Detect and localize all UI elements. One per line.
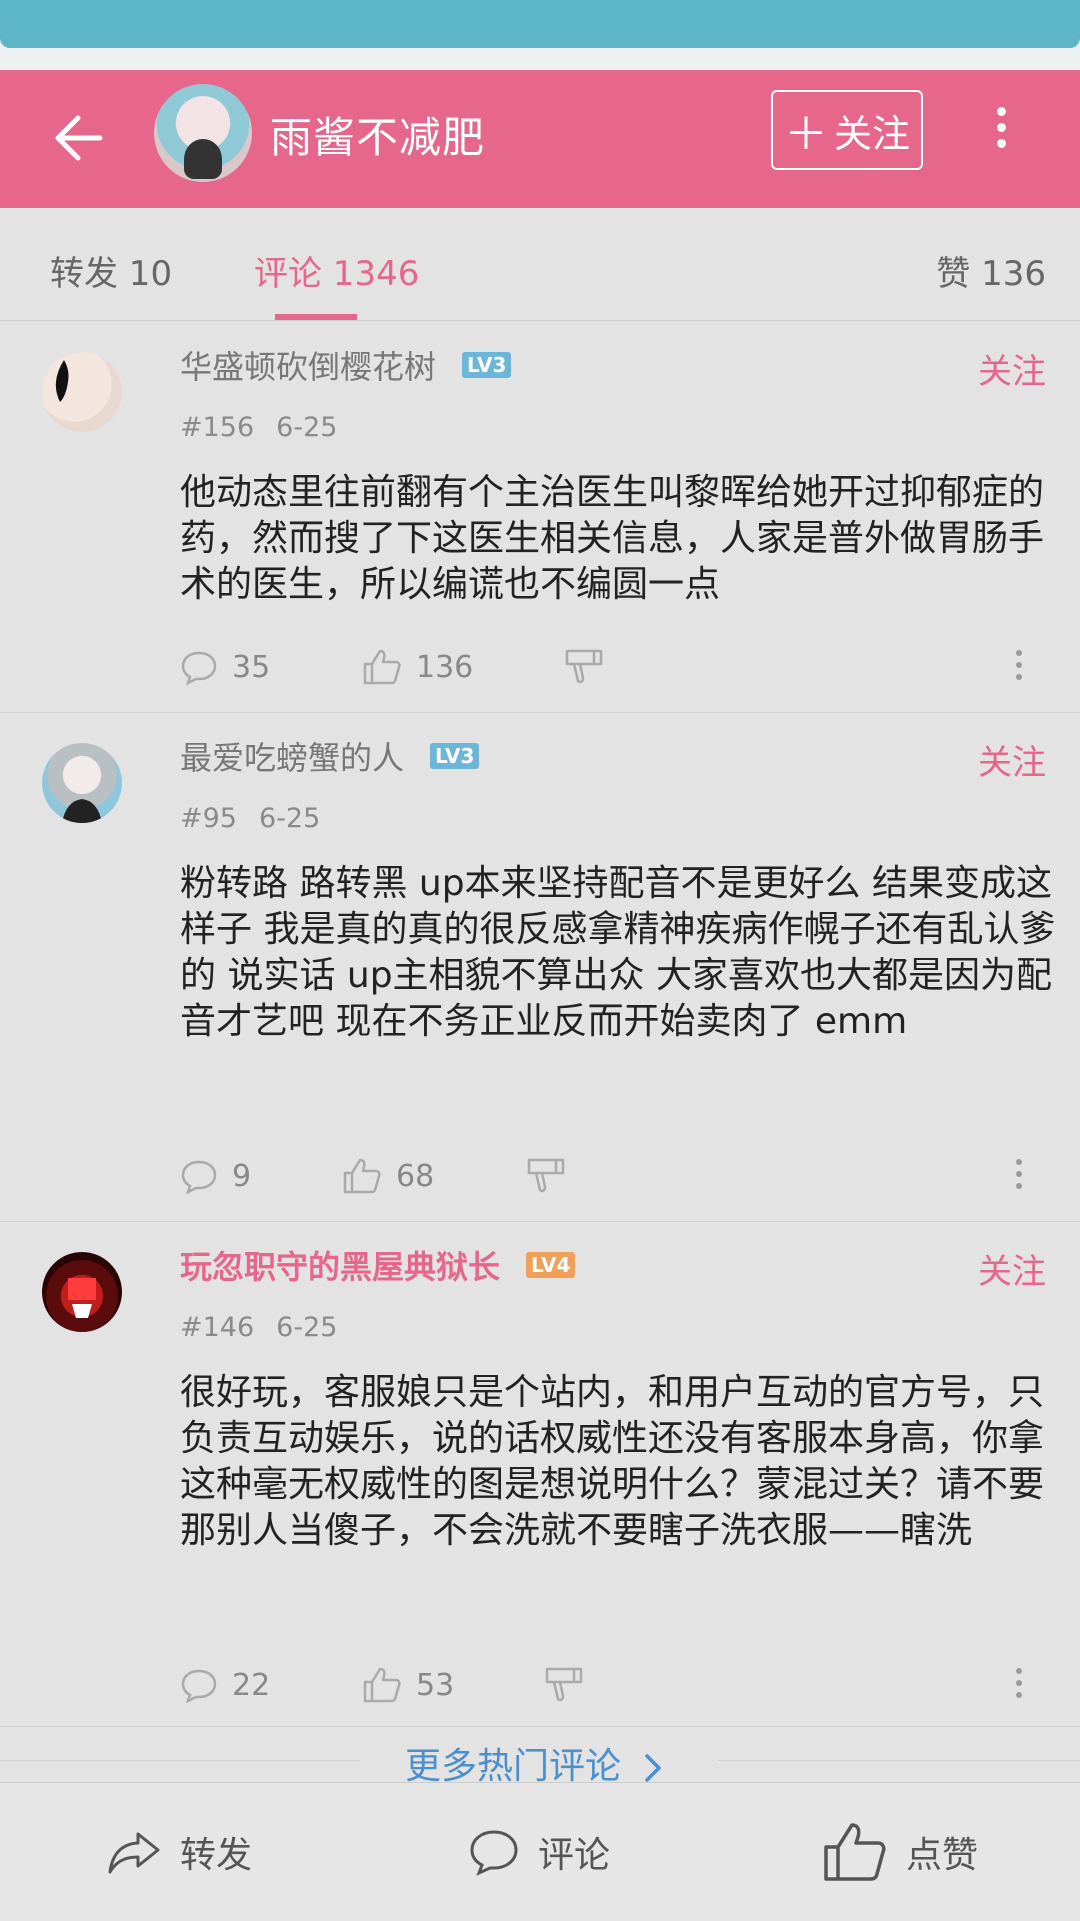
comment-item: 最爱吃螃蟹的人 LV3 关注 #95 6-25 粉转路 路转黑 up本来坚持配音不是… xyxy=(0,713,1080,1222)
back-arrow-icon[interactable] xyxy=(48,108,108,168)
tab-repost[interactable]: 转发 10 xyxy=(50,246,172,295)
comment-date: 6-25 xyxy=(276,412,338,443)
dislike-button[interactable] xyxy=(526,1151,580,1201)
comment-text: 他动态里往前翻有个主治医生叫黎晖给她开过抑郁症的药，然而搜了下这医生相关信息，人… xyxy=(180,472,1045,605)
top-banner xyxy=(0,0,1080,48)
like-button[interactable]: 53 xyxy=(362,1660,454,1710)
floor-number: #156 xyxy=(180,412,255,443)
comment-more-icon[interactable] xyxy=(1012,644,1026,686)
comment-bubble-icon xyxy=(181,1669,217,1703)
thumbs-down-icon xyxy=(565,649,603,684)
dislike-button[interactable] xyxy=(564,642,618,692)
dislike-button[interactable] xyxy=(544,1660,598,1710)
comment-bubble-icon xyxy=(181,1160,217,1194)
like-count: 136 xyxy=(416,649,474,685)
repost-button[interactable]: 转发 xyxy=(106,1817,252,1887)
tab-likes[interactable]: 赞 136 xyxy=(936,246,1046,295)
comment-meta: #156 6-25 xyxy=(180,412,337,443)
comment-more-icon[interactable] xyxy=(1012,1153,1026,1195)
reply-count: 22 xyxy=(232,1667,271,1703)
commenter-name[interactable]: 玩忽职守的黑屋典狱长 LV4 xyxy=(180,1242,576,1288)
tab-comments[interactable]: 评论 1346 xyxy=(254,246,419,295)
follow-link[interactable]: 关注 xyxy=(978,344,1046,393)
comment-button[interactable]: 评论 xyxy=(468,1817,610,1887)
divider xyxy=(718,1760,1080,1761)
status-strip xyxy=(0,0,1080,70)
divider xyxy=(0,1760,360,1761)
comment-item: 华盛顿砍倒樱花树 LV3 关注 #156 6-25 他动态里往前翻有个主治医生叫黎晖… xyxy=(0,322,1080,713)
comment-actions: 22 53 xyxy=(180,1660,1060,1710)
thumbs-up-icon xyxy=(363,1667,401,1703)
floor-number: #95 xyxy=(180,803,237,834)
reply-button[interactable]: 35 xyxy=(180,642,270,692)
like-button[interactable]: 136 xyxy=(362,642,473,692)
reply-count: 9 xyxy=(232,1158,252,1194)
follow-button-label: 关注 xyxy=(833,111,910,156)
level-badge: LV3 xyxy=(430,743,480,769)
thumbs-down-icon xyxy=(545,1667,583,1702)
comment-label: 评论 xyxy=(538,1835,611,1876)
repost-label: 转发 xyxy=(180,1835,253,1876)
comment-item: 玩忽职守的黑屋典狱长 LV4 关注 #146 6-25 很好玩，客服娘只是个站内，和… xyxy=(0,1222,1080,1727)
chevron-right-icon xyxy=(645,1754,662,1782)
like-post-button[interactable]: 点赞 xyxy=(822,1817,978,1887)
active-tab-indicator xyxy=(275,314,357,320)
user-avatar[interactable] xyxy=(154,84,252,182)
comment-bubble-icon xyxy=(470,1830,518,1876)
thumbs-down-icon xyxy=(527,1158,565,1193)
tab-bar: 转发 10 评论 1346 赞 136 xyxy=(0,208,1080,321)
more-hot-comments: 更多热门评论 xyxy=(0,1740,1080,1787)
commenter-name[interactable]: 最爱吃螃蟹的人 LV3 xyxy=(180,733,480,779)
reply-count: 35 xyxy=(232,649,271,685)
comment-meta: #146 6-25 xyxy=(180,1312,337,1343)
level-badge: LV4 xyxy=(526,1252,576,1278)
comment-date: 6-25 xyxy=(258,803,321,834)
thumbs-up-icon xyxy=(363,649,401,685)
reply-button[interactable]: 9 xyxy=(180,1151,251,1201)
bottom-action-bar: 转发 评论 点赞 xyxy=(0,1782,1080,1921)
comment-text: 粉转路 路转黑 up本来坚持配音不是更好么 结果变成这样子 我是真的真的很反感拿… xyxy=(180,863,1056,1042)
comment-meta: #95 6-25 xyxy=(180,803,320,834)
app-header: 雨酱不减肥 ＋ 关注 xyxy=(0,70,1080,208)
reply-button[interactable]: 22 xyxy=(180,1660,270,1710)
follow-link[interactable]: 关注 xyxy=(978,1244,1046,1293)
commenter-name[interactable]: 华盛顿砍倒樱花树 LV3 xyxy=(180,342,512,388)
comment-more-icon[interactable] xyxy=(1012,1662,1026,1704)
like-button[interactable]: 68 xyxy=(342,1151,434,1201)
comment-bubble-icon xyxy=(181,651,217,685)
commenter-avatar[interactable] xyxy=(42,1252,122,1332)
comment-date: 6-25 xyxy=(276,1312,338,1343)
like-count: 68 xyxy=(396,1158,435,1194)
more-options-icon[interactable] xyxy=(986,100,1016,180)
comment-actions: 35 136 xyxy=(180,642,1060,692)
like-count: 53 xyxy=(416,1667,455,1703)
comment-text: 很好玩，客服娘只是个站内，和用户互动的官方号，只负责互动娱乐，说的话权威性还没有… xyxy=(180,1372,1045,1551)
follow-button[interactable]: ＋ 关注 xyxy=(771,90,923,170)
plus-icon: ＋ xyxy=(783,109,828,160)
commenter-avatar[interactable] xyxy=(42,352,122,432)
level-badge: LV3 xyxy=(462,352,512,378)
thumbs-up-icon xyxy=(824,1823,886,1881)
share-arrow-icon xyxy=(108,1832,160,1874)
comment-actions: 9 68 xyxy=(180,1151,1060,1201)
thumbs-up-icon xyxy=(343,1158,381,1194)
floor-number: #146 xyxy=(180,1312,255,1343)
page-title: 雨酱不减肥 xyxy=(270,113,486,162)
commenter-avatar[interactable] xyxy=(42,743,122,823)
follow-link[interactable]: 关注 xyxy=(978,735,1046,784)
like-label: 点赞 xyxy=(906,1835,979,1876)
